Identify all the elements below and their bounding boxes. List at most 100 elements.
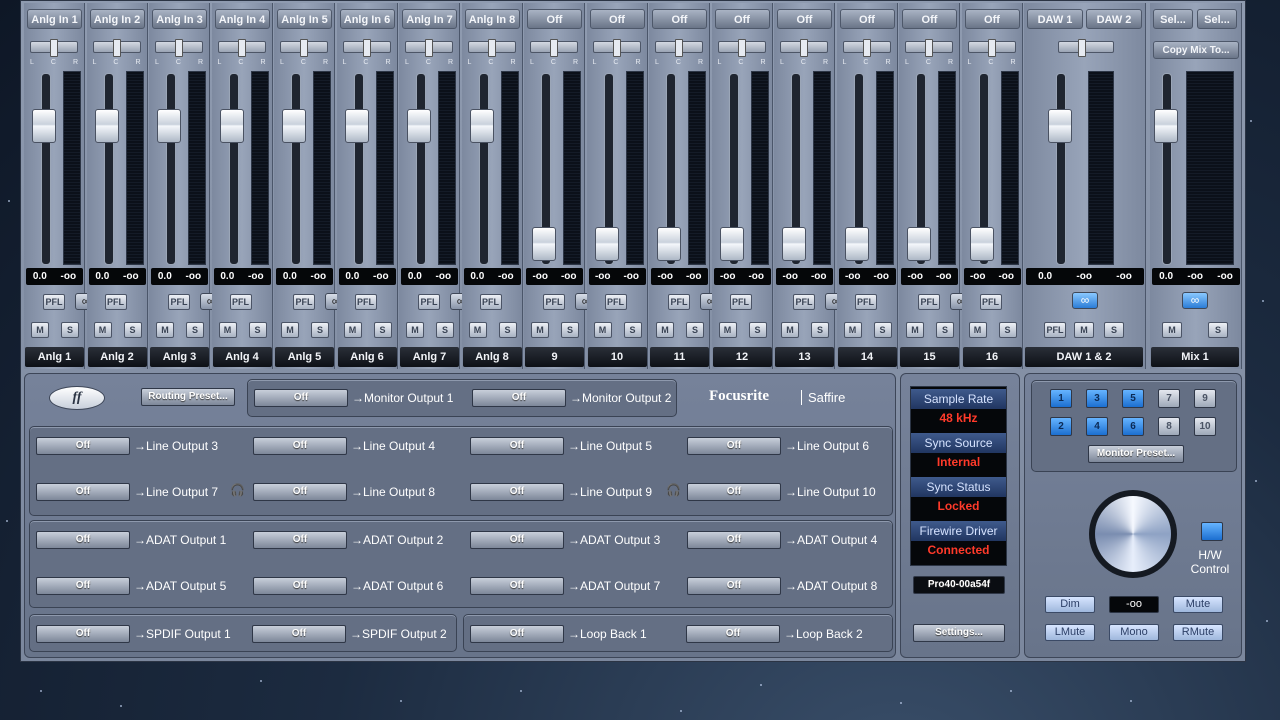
fader[interactable]	[344, 109, 369, 144]
adat-out-3-source[interactable]: Off	[470, 531, 564, 549]
input-select[interactable]: Anlg In 8	[464, 9, 520, 29]
line-out-4-source[interactable]: Off	[687, 437, 781, 455]
pfl-button[interactable]: PFL	[543, 294, 565, 310]
mute-button[interactable]: M	[593, 322, 612, 338]
fader[interactable]	[157, 109, 181, 144]
solo-button[interactable]: S	[936, 322, 954, 338]
line-out-5-source[interactable]: Off	[36, 483, 130, 501]
copy-mix-button[interactable]: Copy Mix To...	[1153, 41, 1239, 59]
pfl-button[interactable]: PFL	[168, 294, 190, 310]
adat-out-7-source[interactable]: Off	[470, 577, 564, 595]
fader[interactable]	[657, 227, 681, 261]
pfl-button[interactable]: PFL	[854, 294, 877, 310]
pan-control[interactable]	[655, 39, 703, 57]
pan-control[interactable]	[155, 39, 203, 57]
daw1-select[interactable]: DAW 1	[1027, 9, 1083, 29]
daw-link-button[interactable]: ∞	[1072, 292, 1098, 309]
mute-button[interactable]: M	[843, 322, 862, 338]
line-out-8-source[interactable]: Off	[687, 483, 781, 501]
pfl-button[interactable]: PFL	[668, 294, 690, 310]
input-select[interactable]: Off	[839, 9, 895, 29]
fader[interactable]	[94, 109, 119, 144]
line-out-7-source[interactable]: Off	[470, 483, 564, 501]
fader[interactable]	[219, 109, 244, 144]
fader[interactable]	[407, 109, 431, 144]
daw-pfl-button[interactable]: PFL	[1044, 322, 1066, 338]
mute-button[interactable]: M	[656, 322, 674, 338]
mute-button[interactable]: M	[406, 322, 424, 338]
speaker-select-10[interactable]: 10	[1194, 417, 1216, 436]
speaker-select-6[interactable]: 6	[1122, 417, 1144, 436]
monitor-out-1-source[interactable]: Off	[254, 389, 348, 407]
solo-button[interactable]: S	[311, 322, 329, 338]
mute-button[interactable]: M	[468, 322, 487, 338]
daw-pan[interactable]	[1058, 39, 1114, 57]
adat-out-1-source[interactable]: Off	[36, 531, 130, 549]
pfl-button[interactable]: PFL	[43, 294, 65, 310]
pan-control[interactable]	[780, 39, 828, 57]
line-out-1-source[interactable]: Off	[36, 437, 130, 455]
pan-control[interactable]	[967, 39, 1016, 57]
dim-button[interactable]: Dim	[1045, 596, 1095, 613]
pfl-button[interactable]: PFL	[293, 294, 315, 310]
mute-button[interactable]: M	[343, 322, 362, 338]
adat-out-5-source[interactable]: Off	[36, 577, 130, 595]
fader[interactable]	[532, 227, 556, 261]
solo-button[interactable]: S	[998, 322, 1017, 338]
speaker-select-2[interactable]: 2	[1050, 417, 1072, 436]
line-out-6-source[interactable]: Off	[253, 483, 347, 501]
mix-fader[interactable]	[1154, 109, 1178, 144]
mix-mute-button[interactable]: M	[1162, 322, 1182, 338]
input-select[interactable]: Anlg In 7	[402, 9, 457, 29]
solo-button[interactable]: S	[436, 322, 454, 338]
pan-control[interactable]	[405, 39, 453, 57]
solo-button[interactable]: S	[686, 322, 704, 338]
mute-button[interactable]: M	[93, 322, 112, 338]
fader[interactable]	[782, 227, 806, 261]
speaker-select-4[interactable]: 4	[1086, 417, 1108, 436]
fader[interactable]	[907, 227, 931, 261]
pan-control[interactable]	[92, 39, 141, 57]
solo-button[interactable]: S	[748, 322, 767, 338]
pfl-button[interactable]: PFL	[479, 294, 502, 310]
sample-rate-value[interactable]: 48 kHz	[911, 411, 1006, 431]
settings-button[interactable]: Settings...	[913, 624, 1005, 642]
pfl-button[interactable]: PFL	[354, 294, 377, 310]
solo-button[interactable]: S	[248, 322, 267, 338]
pfl-button[interactable]: PFL	[104, 294, 127, 310]
routing-preset-button[interactable]: Routing Preset...	[141, 388, 235, 406]
solo-button[interactable]: S	[623, 322, 642, 338]
pfl-button[interactable]: PFL	[418, 294, 440, 310]
input-select[interactable]: Off	[964, 9, 1020, 29]
speaker-select-5[interactable]: 5	[1122, 389, 1144, 408]
mute-button[interactable]: M	[531, 322, 549, 338]
sync-source-value[interactable]: Internal	[911, 455, 1006, 475]
mute-button[interactable]: M	[718, 322, 737, 338]
mute-button[interactable]: Mute	[1173, 596, 1223, 613]
loopback-1-source[interactable]: Off	[470, 625, 564, 643]
solo-button[interactable]: S	[561, 322, 579, 338]
pan-control[interactable]	[592, 39, 641, 57]
input-select[interactable]: Anlg In 4	[214, 9, 270, 29]
fader[interactable]	[594, 227, 619, 261]
input-select[interactable]: Off	[902, 9, 957, 29]
fader[interactable]	[469, 109, 494, 144]
spdif-out-2-source[interactable]: Off	[252, 625, 346, 643]
monitor-preset-button[interactable]: Monitor Preset...	[1088, 445, 1184, 463]
solo-button[interactable]: S	[61, 322, 79, 338]
pfl-button[interactable]: PFL	[793, 294, 815, 310]
adat-out-4-source[interactable]: Off	[687, 531, 781, 549]
pan-control[interactable]	[717, 39, 766, 57]
pfl-button[interactable]: PFL	[979, 294, 1002, 310]
mute-button[interactable]: M	[31, 322, 49, 338]
loopback-2-source[interactable]: Off	[686, 625, 780, 643]
input-select[interactable]: Off	[589, 9, 645, 29]
lmute-button[interactable]: LMute	[1045, 624, 1095, 641]
input-select[interactable]: Anlg In 6	[339, 9, 395, 29]
mute-button[interactable]: M	[218, 322, 237, 338]
adat-out-8-source[interactable]: Off	[687, 577, 781, 595]
pfl-button[interactable]: PFL	[918, 294, 940, 310]
pfl-button[interactable]: PFL	[604, 294, 627, 310]
solo-button[interactable]: S	[811, 322, 829, 338]
mono-button[interactable]: Mono	[1109, 624, 1159, 641]
